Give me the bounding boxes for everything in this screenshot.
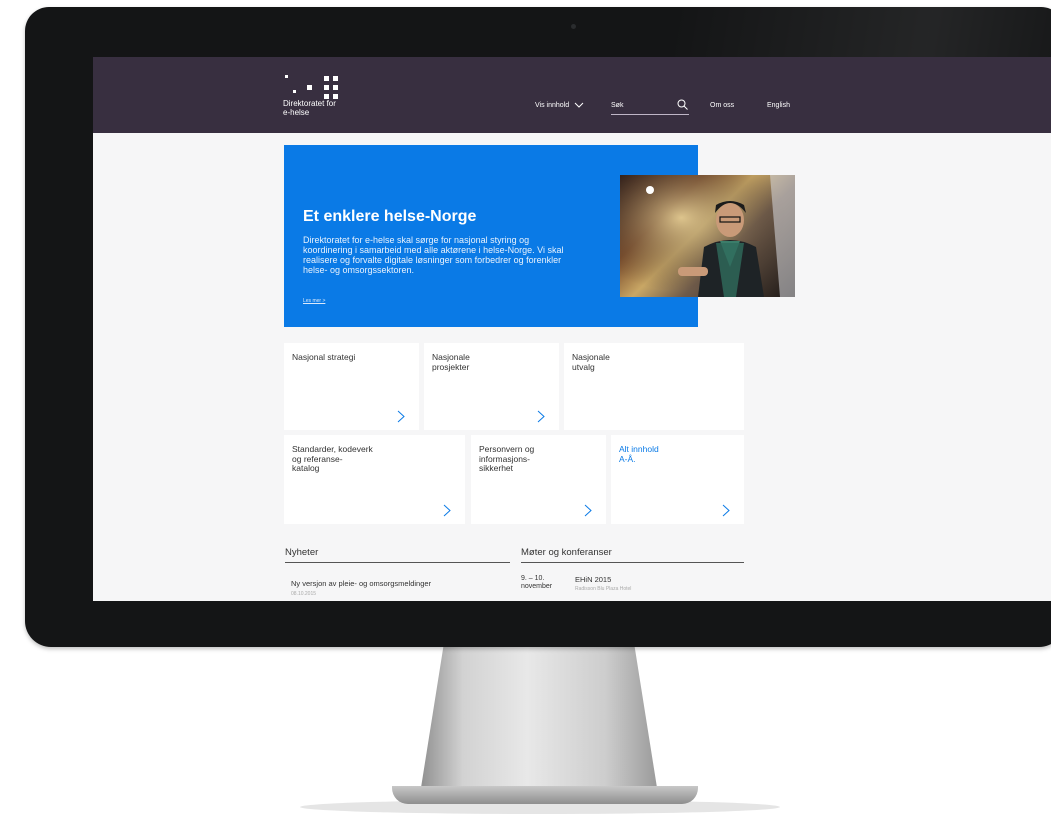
chevron-right-icon	[443, 504, 451, 517]
website-screen: Direktoratet for e-helse Vis innhold Om …	[93, 57, 1051, 601]
chevron-right-icon	[722, 504, 730, 517]
nav-vis-innhold-label: Vis innhold	[535, 102, 570, 109]
event-date: 9. – 10. november	[521, 575, 553, 590]
card-label: Nasjonale utvalg	[572, 352, 610, 372]
chevron-right-icon	[397, 410, 405, 423]
card-alt-innhold[interactable]: Alt innhold A-Å.	[611, 435, 744, 524]
chevron-right-icon	[584, 504, 592, 517]
monitor-stand-base	[392, 786, 698, 804]
news-item-date: 08.10.2015	[291, 591, 317, 597]
events-heading: Møter og konferanser	[521, 547, 744, 563]
chevron-right-icon	[537, 410, 545, 423]
read-more-link[interactable]: Les mer >	[303, 298, 325, 304]
logo-text[interactable]: Direktoratet for e-helse	[283, 99, 393, 117]
card-label: Alt innhold A-Å.	[619, 444, 659, 464]
card-nasjonale-prosjekter[interactable]: Nasjonale prosjekter	[424, 343, 559, 430]
news-item-title[interactable]: Ny versjon av pleie- og omsorgsmeldinger	[291, 579, 431, 588]
search-input[interactable]	[611, 98, 671, 112]
monitor-stand	[420, 644, 658, 794]
monitor-bezel: Direktoratet for e-helse Vis innhold Om …	[25, 7, 1051, 647]
hero-photo	[620, 175, 795, 297]
event-location: Radisson Blu Plaza Hotel	[575, 586, 632, 592]
event-title[interactable]: EHiN 2015	[575, 575, 611, 584]
card-nasjonal-strategi[interactable]: Nasjonal strategi	[284, 343, 419, 430]
news-heading: Nyheter	[285, 547, 510, 563]
camera-icon	[571, 24, 576, 29]
card-label: Nasjonale prosjekter	[432, 352, 470, 372]
card-personvern[interactable]: Personvern og informasjons- sikkerhet	[471, 435, 606, 524]
card-label: Standarder, kodeverk og referanse- katal…	[292, 444, 373, 473]
hero-title: Et enklere helse-Norge	[303, 208, 477, 225]
chevron-down-icon	[574, 102, 584, 108]
presenter-photo-icon	[620, 175, 795, 297]
search-box	[611, 97, 689, 115]
card-nasjonale-utvalg[interactable]: Nasjonale utvalg	[564, 343, 744, 430]
nav-om-oss[interactable]: Om oss	[710, 102, 734, 109]
card-label: Nasjonal strategi	[292, 352, 356, 362]
card-standarder[interactable]: Standarder, kodeverk og referanse- katal…	[284, 435, 465, 524]
nav-english[interactable]: English	[767, 102, 790, 109]
search-icon[interactable]	[677, 99, 688, 110]
hero-description: Direktoratet for e-helse skal sørge for …	[303, 235, 564, 275]
nav-vis-innhold[interactable]: Vis innhold	[535, 102, 584, 109]
card-label: Personvern og informasjons- sikkerhet	[479, 444, 535, 473]
site-header: Direktoratet for e-helse Vis innhold Om …	[93, 57, 1051, 133]
logo-icon[interactable]	[283, 71, 353, 101]
